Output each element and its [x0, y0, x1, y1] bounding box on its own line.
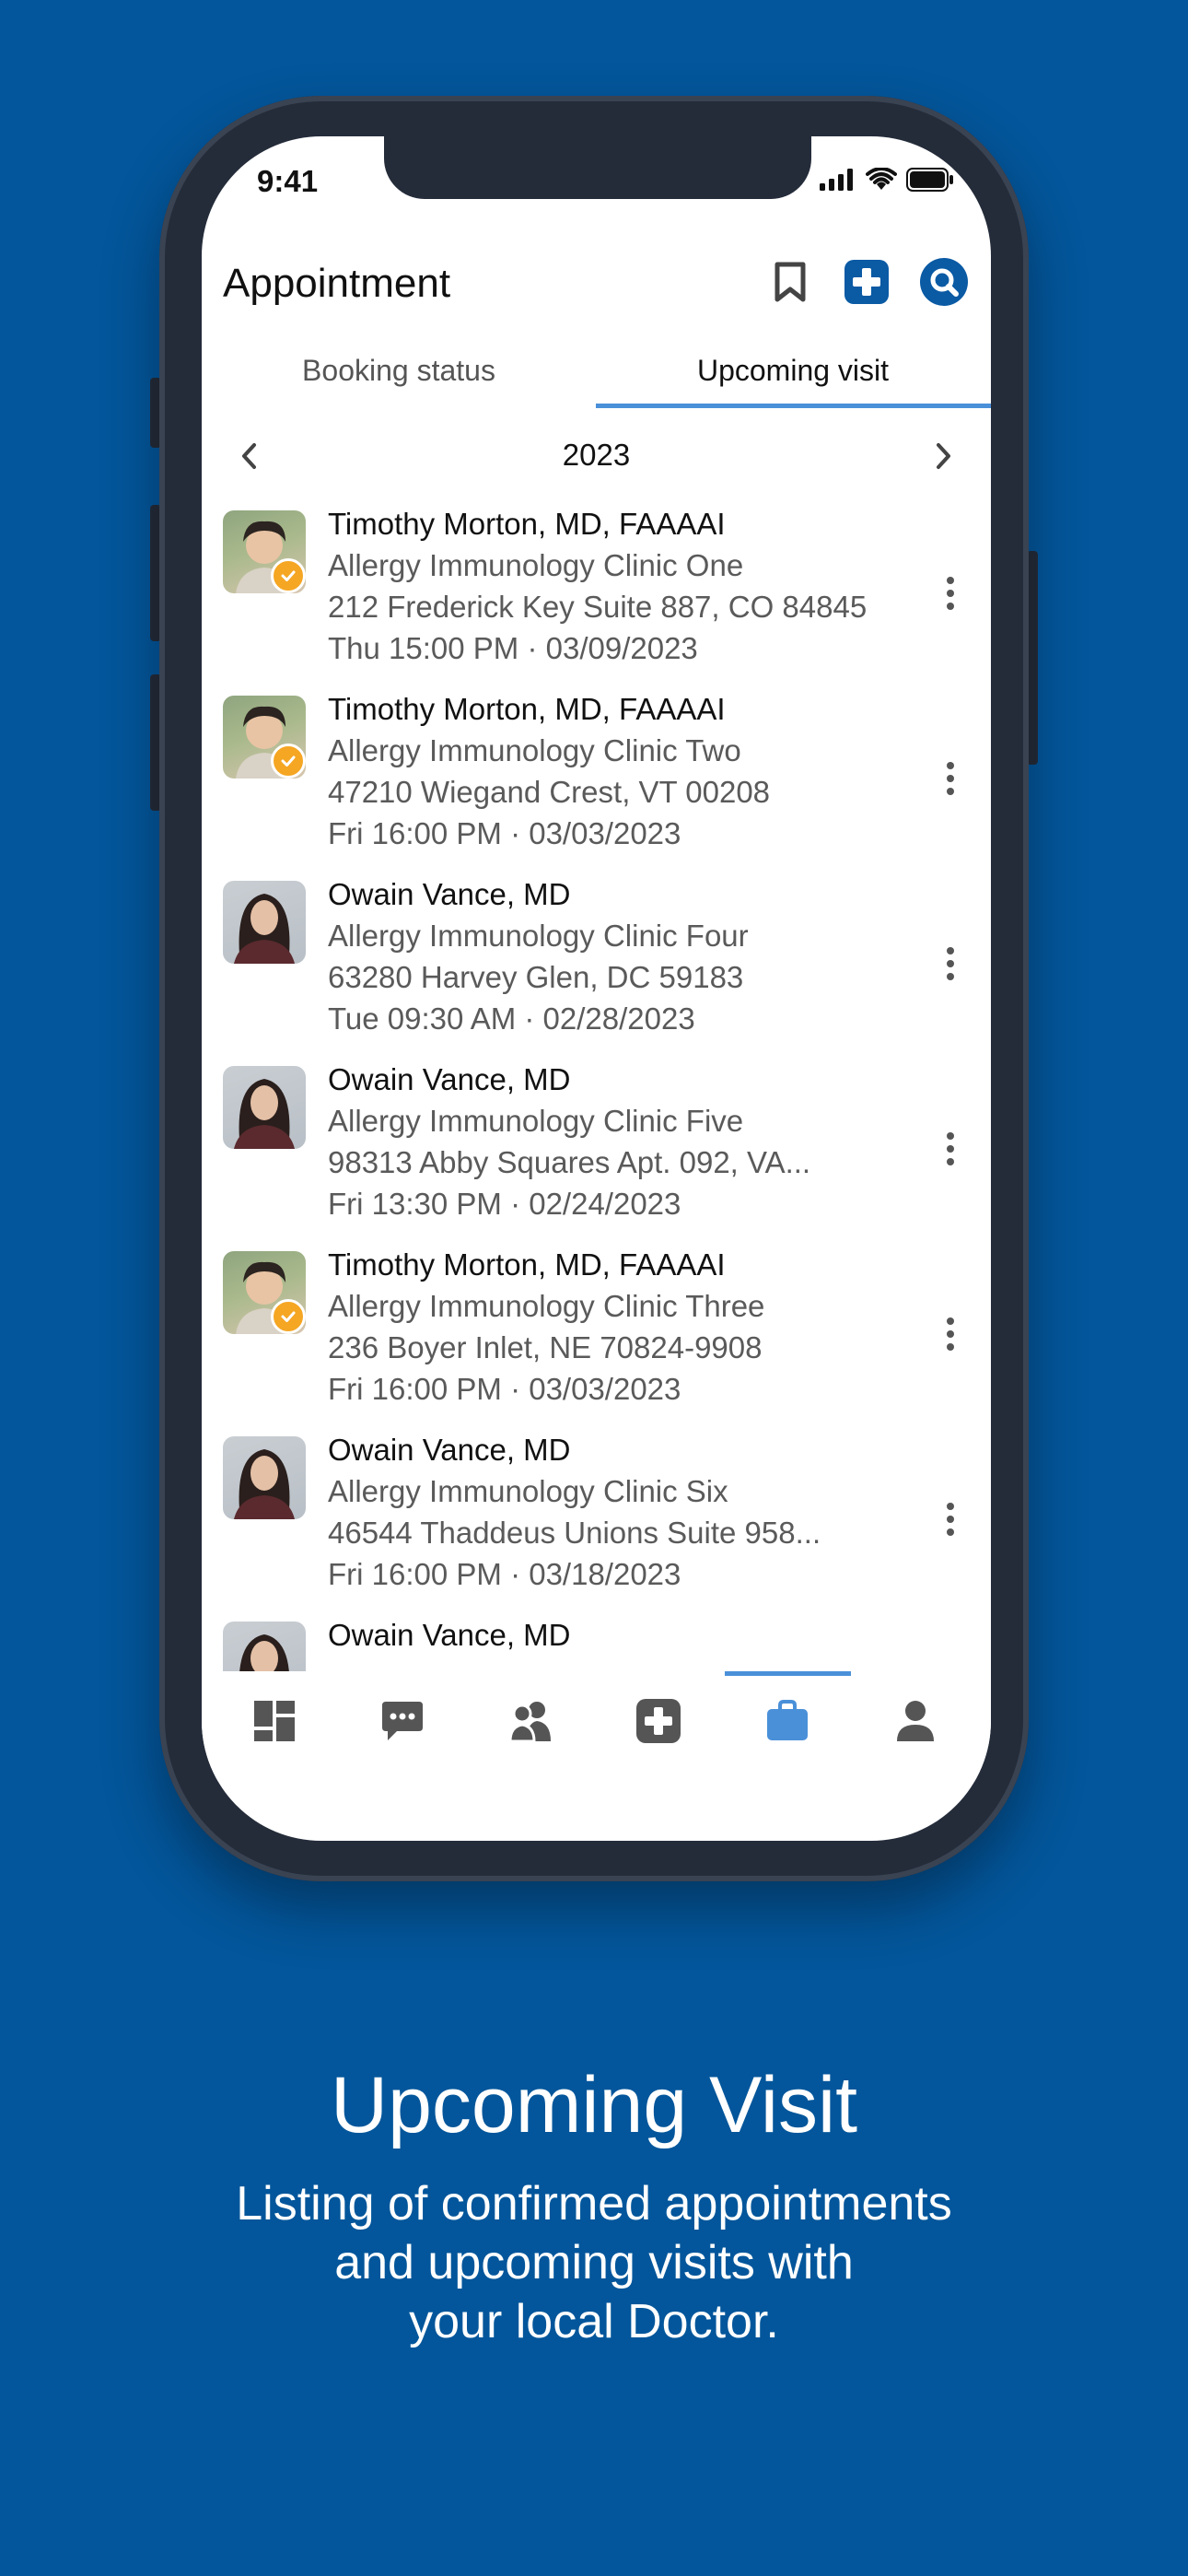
more-options-icon[interactable] — [932, 1492, 969, 1547]
nav-messages[interactable] — [375, 1693, 430, 1749]
nav-appointments[interactable] — [760, 1693, 815, 1749]
appointment-datetime: Fri 16:00 PM · 03/03/2023 — [328, 1372, 681, 1406]
dashboard-icon — [254, 1701, 295, 1741]
wifi-icon — [866, 168, 897, 190]
search-icon — [920, 258, 968, 306]
clinic-address: 212 Frederick Key Suite 887, CO 84845 — [328, 590, 868, 624]
chevron-left-icon — [242, 443, 256, 469]
more-options-icon[interactable] — [932, 1306, 969, 1362]
doctor-avatar — [223, 881, 306, 964]
battery-icon — [906, 168, 953, 192]
caption-line: Listing of confirmed appointments — [236, 2177, 952, 2231]
more-options-icon[interactable] — [932, 751, 969, 806]
doctor-name: Timothy Morton, MD, FAAAAI — [328, 1247, 726, 1282]
appointment-datetime: Tue 09:30 AM · 02/28/2023 — [328, 1001, 695, 1036]
clinic-address: 47210 Wiegand Crest, VT 00208 — [328, 775, 771, 809]
more-options-icon[interactable] — [932, 1121, 969, 1177]
medical-plus-icon — [636, 1699, 681, 1743]
caption-description: Listing of confirmed appointments and up… — [180, 2174, 1008, 2351]
appointment-datetime: Fri 16:00 PM · 03/18/2023 — [328, 1557, 681, 1591]
clinic-name: Allergy Immunology Clinic Six — [328, 1474, 728, 1508]
appointment-list: Timothy Morton, MD, FAAAAI Allergy Immun… — [202, 510, 991, 1671]
verified-badge-icon — [271, 744, 306, 779]
doctor-name: Timothy Morton, MD, FAAAAI — [328, 510, 726, 541]
appointment-datetime: Fri 16:00 PM · 03/03/2023 — [328, 816, 681, 850]
caption-line: your local Doctor. — [409, 2295, 779, 2348]
doctor-name: Timothy Morton, MD, FAAAAI — [328, 692, 726, 726]
clinic-name: Allergy Immunology Clinic Five — [328, 1104, 744, 1138]
clinic-address: 98313 Abby Squares Apt. 092, VA... — [328, 1145, 811, 1179]
notch — [384, 136, 811, 199]
nav-medical[interactable] — [631, 1693, 686, 1749]
bottom-navigation — [202, 1671, 991, 1782]
clinic-address: 236 Boyer Inlet, NE 70824-9908 — [328, 1330, 763, 1364]
doctor-name: Owain Vance, MD — [328, 877, 571, 911]
tab-upcoming-visit[interactable]: Upcoming visit — [596, 345, 990, 409]
clinic-address: 63280 Harvey Glen, DC 59183 — [328, 960, 744, 994]
users-icon — [508, 1702, 551, 1743]
active-nav-indicator — [725, 1671, 851, 1676]
active-tab-indicator — [596, 404, 991, 408]
clinic-address: 46544 Thaddeus Unions Suite 958... — [328, 1516, 821, 1550]
clinic-name: Allergy Immunology Clinic Three — [328, 1289, 765, 1323]
year-navigation: 2023 — [202, 427, 991, 483]
doctor-avatar — [223, 1622, 306, 1671]
page-title: Appointment — [223, 261, 451, 306]
add-appointment-button[interactable] — [843, 258, 891, 306]
appointment-item[interactable]: Owain Vance, MD — [202, 1618, 991, 1671]
bookmark-icon — [775, 262, 806, 302]
more-options-icon[interactable] — [932, 936, 969, 991]
doctor-name: Owain Vance, MD — [328, 1062, 571, 1096]
tab-booking-status[interactable]: Booking status — [202, 345, 596, 409]
doctor-avatar — [223, 1436, 306, 1519]
chevron-right-icon — [937, 443, 950, 469]
caption-title: Upcoming Visit — [331, 2061, 857, 2149]
briefcase-icon — [767, 1700, 808, 1740]
nav-doctors[interactable] — [503, 1693, 558, 1749]
nav-dashboard[interactable] — [247, 1693, 302, 1749]
year-label: 2023 — [562, 438, 631, 472]
appointment-item[interactable]: Owain Vance, MD Allergy Immunology Clini… — [202, 877, 991, 1065]
doctor-name: Owain Vance, MD — [328, 1618, 571, 1652]
more-options-icon[interactable] — [932, 566, 969, 621]
medical-plus-icon — [844, 260, 889, 304]
clinic-name: Allergy Immunology Clinic Two — [328, 733, 741, 767]
appointment-datetime: Thu 15:00 PM · 03/09/2023 — [328, 631, 698, 665]
appointment-item[interactable]: Timothy Morton, MD, FAAAAI Allergy Immun… — [202, 692, 991, 880]
profile-icon — [897, 1701, 934, 1741]
appointment-item[interactable]: Timothy Morton, MD, FAAAAI Allergy Immun… — [202, 510, 991, 695]
appointment-item[interactable]: Owain Vance, MD Allergy Immunology Clini… — [202, 1062, 991, 1250]
nav-profile[interactable] — [888, 1693, 943, 1749]
caption-line: and upcoming visits with — [334, 2236, 854, 2289]
clinic-name: Allergy Immunology Clinic Four — [328, 919, 749, 953]
verified-badge-icon — [271, 558, 306, 593]
next-year-button[interactable] — [928, 440, 960, 472]
previous-year-button[interactable] — [233, 440, 264, 472]
clinic-name: Allergy Immunology Clinic One — [328, 548, 744, 582]
appointment-item[interactable]: Owain Vance, MD Allergy Immunology Clini… — [202, 1433, 991, 1621]
signal-icon — [820, 169, 853, 191]
appointment-item[interactable]: Timothy Morton, MD, FAAAAI Allergy Immun… — [202, 1247, 991, 1435]
status-time: 9:41 — [257, 164, 319, 198]
doctor-avatar — [223, 1066, 306, 1149]
chat-icon — [382, 1702, 423, 1740]
verified-badge-icon — [271, 1299, 306, 1334]
doctor-name: Owain Vance, MD — [328, 1433, 571, 1467]
appointment-datetime: Fri 13:30 PM · 02/24/2023 — [328, 1187, 681, 1221]
bookmark-button[interactable] — [766, 258, 814, 306]
phone-screen: 9:41 Appointment Booking status Upcoming… — [202, 136, 991, 1841]
search-button[interactable] — [920, 258, 968, 306]
status-icons — [820, 168, 954, 192]
tab-bar: Booking status Upcoming visit — [202, 345, 991, 418]
